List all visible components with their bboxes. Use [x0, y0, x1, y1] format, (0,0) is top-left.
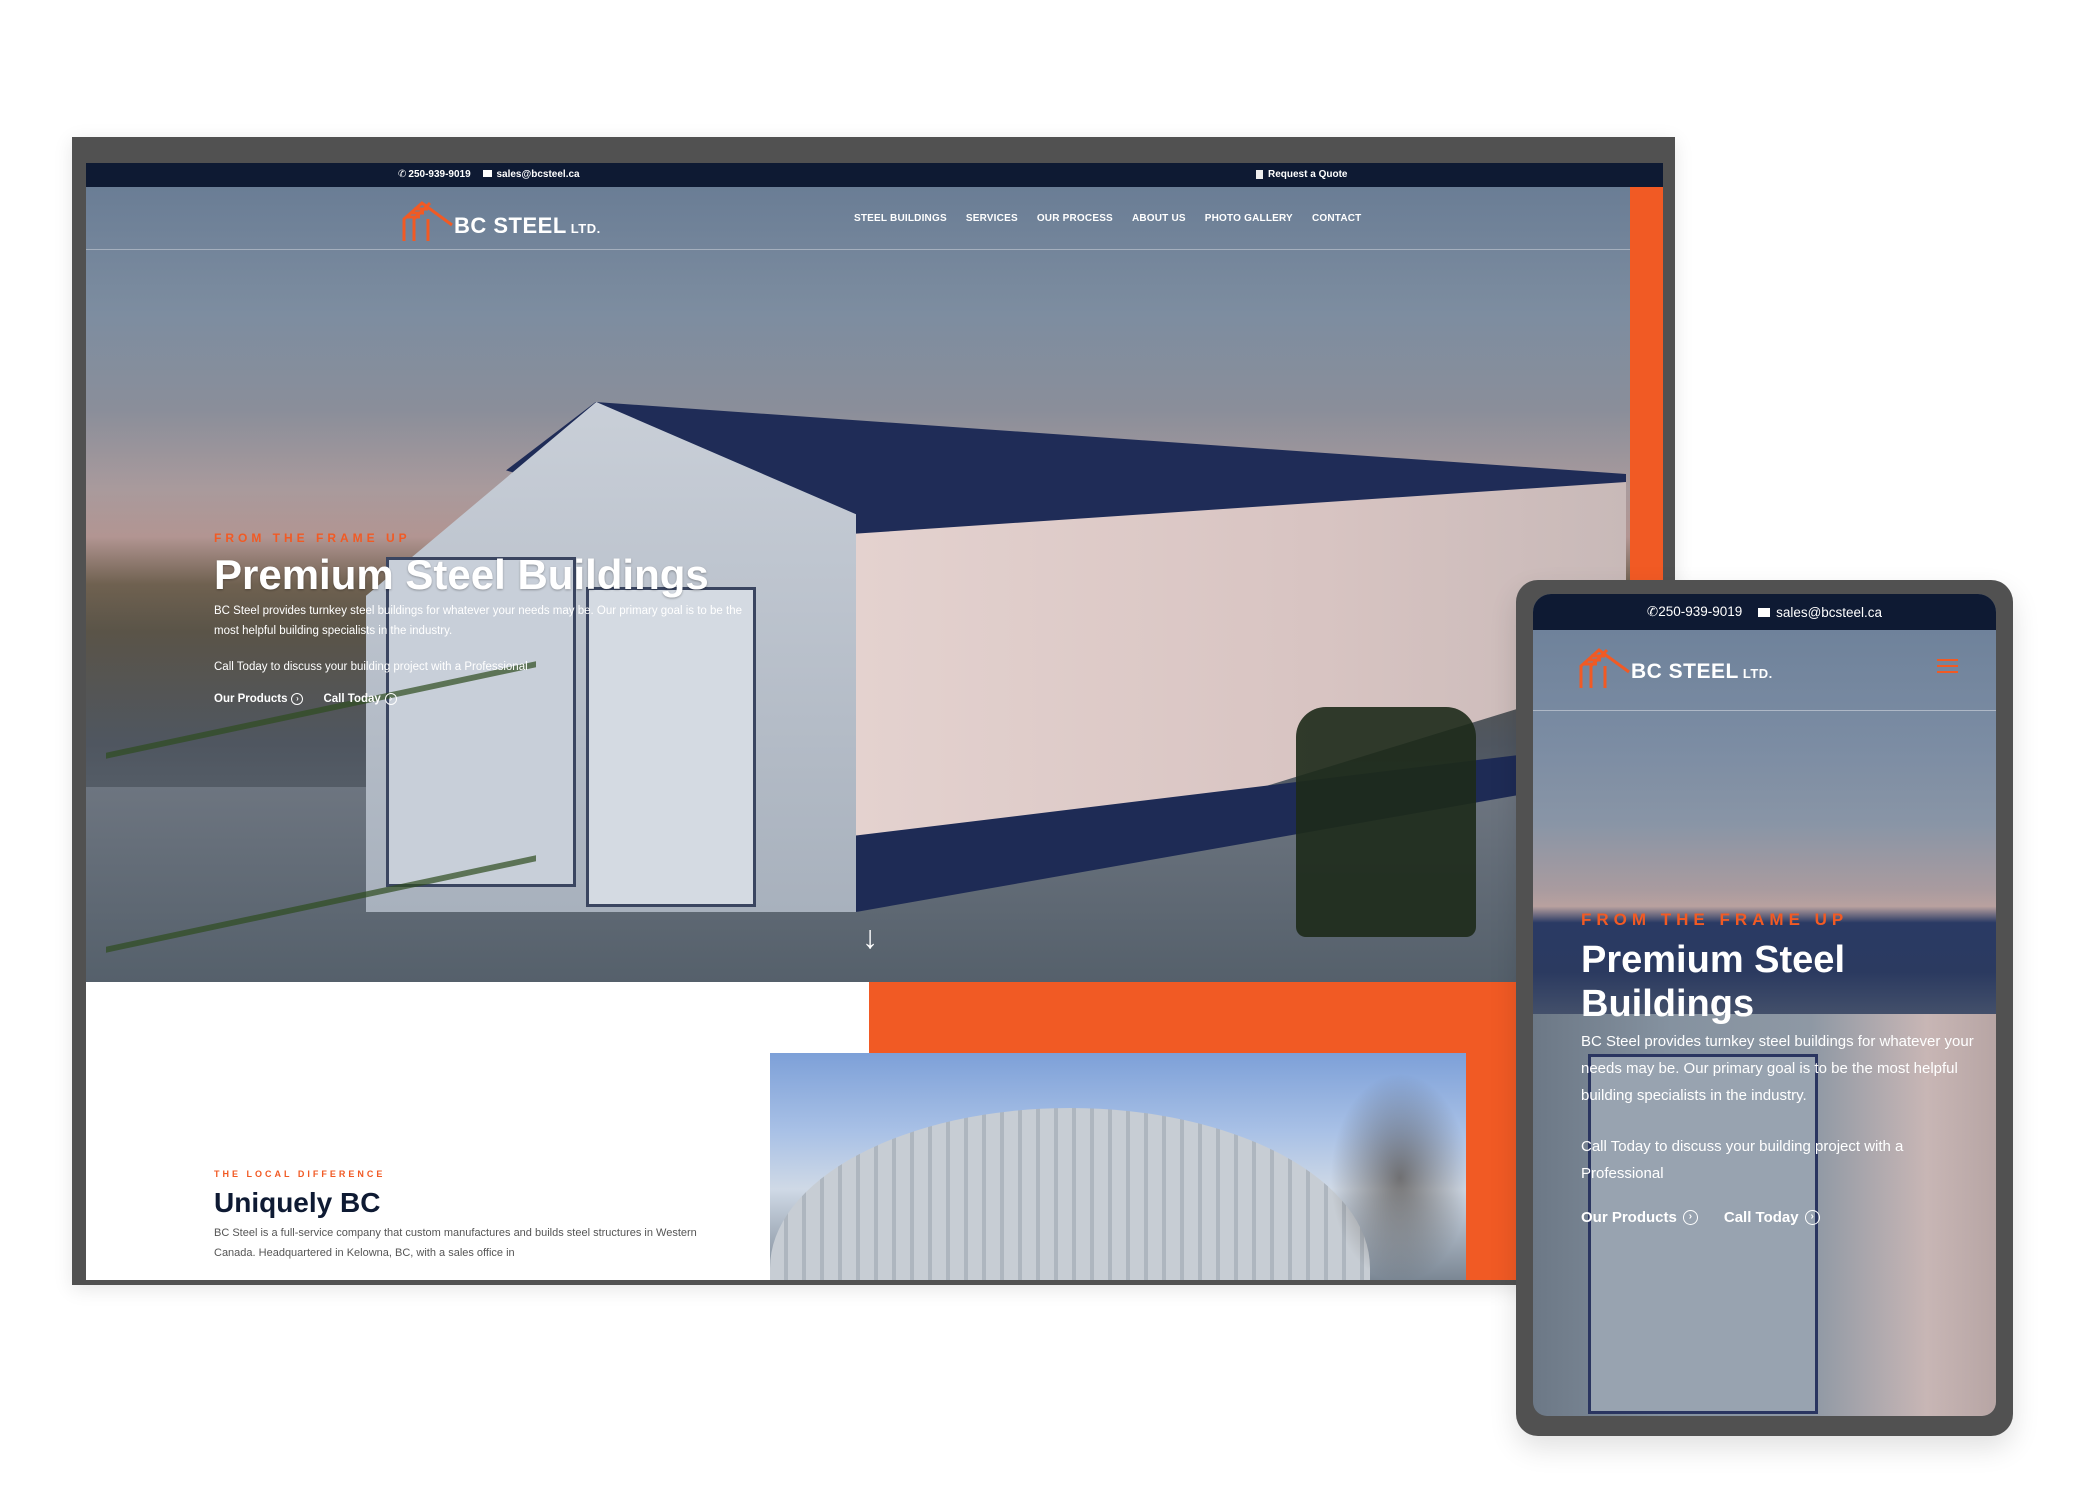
- tablet-hero-cta-text: Call Today to discuss your building proj…: [1581, 1138, 1904, 1182]
- document-icon: [1256, 170, 1263, 179]
- call-today-button[interactable]: Call Today ›: [323, 693, 397, 706]
- phone-link[interactable]: ✆ 250-939-9019: [398, 169, 471, 180]
- nav-item-our-process[interactable]: OUR PROCESS: [1037, 213, 1113, 224]
- phone-icon: ✆: [398, 169, 407, 180]
- brand-suffix: LTD.: [1742, 666, 1773, 681]
- tablet-hero-eyebrow: FROM THE FRAME UP: [1581, 910, 1849, 929]
- nav-item-contact[interactable]: CONTACT: [1312, 213, 1362, 224]
- contact-info: ✆ 250-939-9019 sales@bcsteel.ca: [398, 169, 580, 180]
- hero-eyebrow: FROM THE FRAME UP: [214, 531, 411, 545]
- hero-section: BC STEEL LTD. STEEL BUILDINGS SERVICES OU…: [86, 187, 1630, 982]
- our-products-button[interactable]: Our Products ›: [214, 693, 304, 706]
- tablet-hero-description: BC Steel provides turnkey steel building…: [1581, 1033, 1974, 1104]
- main-nav: STEEL BUILDINGS SERVICES OUR PROCESS ABO…: [854, 213, 1361, 224]
- tablet-email-address: sales@bcsteel.ca: [1776, 604, 1883, 620]
- top-contact-bar: ✆ 250-939-9019 sales@bcsteel.ca Request a…: [86, 163, 1663, 187]
- brand-name: BC STEEL: [454, 213, 567, 238]
- circle-chevron-right-icon: ›: [384, 693, 397, 706]
- envelope-icon: [1758, 607, 1771, 617]
- section-body: BC Steel is a full-service company that …: [214, 1227, 697, 1259]
- tablet-our-products-button[interactable]: Our Products ›: [1581, 1209, 1698, 1226]
- our-products-label: Our Products: [214, 693, 288, 706]
- hamburger-icon[interactable]: [1937, 659, 1958, 673]
- phone-icon: ✆: [1646, 604, 1659, 619]
- circle-chevron-right-icon: ›: [1682, 1210, 1698, 1225]
- hero-buttons: Our Products › Call Today ›: [214, 693, 754, 706]
- hero-content: FROM THE FRAME UP Premium Steel Building…: [214, 531, 754, 706]
- tablet-phone-number: 250-939-9019: [1658, 604, 1743, 619]
- logo-text: BC STEEL LTD.: [454, 213, 601, 239]
- brand-suffix: LTD.: [570, 221, 601, 236]
- hamburger-line: [1937, 659, 1958, 661]
- tablet-call-today-button[interactable]: Call Today ›: [1724, 1209, 1820, 1226]
- tablet-site-logo[interactable]: BC STEEL LTD.: [1579, 646, 1779, 692]
- request-quote-link[interactable]: Request a Quote: [1256, 169, 1347, 180]
- desktop-screen: ✆ 250-939-9019 sales@bcsteel.ca Request a…: [86, 163, 1663, 1280]
- request-quote-label: Request a Quote: [1268, 169, 1348, 180]
- circle-chevron-right-icon: ›: [291, 693, 304, 706]
- call-today-label: Call Today: [1723, 1209, 1799, 1226]
- tablet-site-header: BC STEEL LTD.: [1533, 630, 1996, 711]
- nav-item-photo-gallery[interactable]: PHOTO GALLERY: [1205, 213, 1293, 224]
- tablet-phone-link[interactable]: ✆250-939-9019: [1647, 604, 1742, 620]
- tablet-hero-buttons: Our Products › Call Today ›: [1581, 1209, 1981, 1226]
- hero-cta-text: Call Today to discuss your building proj…: [214, 661, 528, 674]
- circle-chevron-right-icon: ›: [1804, 1210, 1820, 1225]
- phone-number: 250-939-9019: [408, 169, 471, 180]
- hero-description: BC Steel provides turnkey steel building…: [214, 605, 742, 638]
- local-difference-section: THE LOCAL DIFFERENCE Uniquely BC BC Stee…: [86, 982, 1663, 1280]
- section-title: Uniquely BC: [214, 1187, 381, 1218]
- local-difference-text: THE LOCAL DIFFERENCE Uniquely BC BC Stee…: [214, 1169, 734, 1263]
- our-products-label: Our Products: [1581, 1209, 1677, 1226]
- brand-name: BC STEEL: [1631, 660, 1739, 683]
- nav-item-services[interactable]: SERVICES: [966, 213, 1018, 224]
- section-eyebrow: THE LOCAL DIFFERENCE: [214, 1169, 386, 1179]
- photo-trees: [1330, 1073, 1466, 1280]
- envelope-icon: [482, 170, 492, 177]
- tablet-email-link[interactable]: sales@bcsteel.ca: [1758, 605, 1882, 620]
- logo-frame-icon: [1579, 648, 1630, 688]
- site-header: BC STEEL LTD. STEEL BUILDINGS SERVICES OU…: [86, 187, 1630, 250]
- hamburger-line: [1937, 665, 1958, 667]
- arrow-down-icon[interactable]: ↓: [862, 921, 878, 953]
- email-link[interactable]: sales@bcsteel.ca: [482, 169, 580, 180]
- logo-text: BC STEEL LTD.: [1631, 660, 1773, 684]
- logo-frame-icon: [402, 201, 453, 241]
- tablet-hero-content: FROM THE FRAME UP Premium Steel Building…: [1581, 910, 1981, 1226]
- photo-quonset: [770, 1108, 1370, 1280]
- nav-item-steel-buildings[interactable]: STEEL BUILDINGS: [854, 213, 947, 224]
- email-address: sales@bcsteel.ca: [496, 169, 580, 180]
- site-logo[interactable]: BC STEEL LTD.: [402, 201, 612, 241]
- hero-image-tractor: [1296, 707, 1476, 937]
- hero-title: Premium Steel Buildings: [214, 551, 709, 598]
- hamburger-line: [1937, 671, 1958, 673]
- quonset-building-photo: [770, 1053, 1466, 1280]
- tablet-top-contact-bar: ✆250-939-9019 sales@bcsteel.ca: [1533, 594, 1996, 630]
- call-today-label: Call Today: [323, 693, 381, 706]
- nav-item-about-us[interactable]: ABOUT US: [1132, 213, 1186, 224]
- tablet-screen: ✆250-939-9019 sales@bcsteel.ca BC STEEL L…: [1533, 594, 1996, 1416]
- tablet-hero-title: Premium Steel Buildings: [1581, 939, 1845, 1025]
